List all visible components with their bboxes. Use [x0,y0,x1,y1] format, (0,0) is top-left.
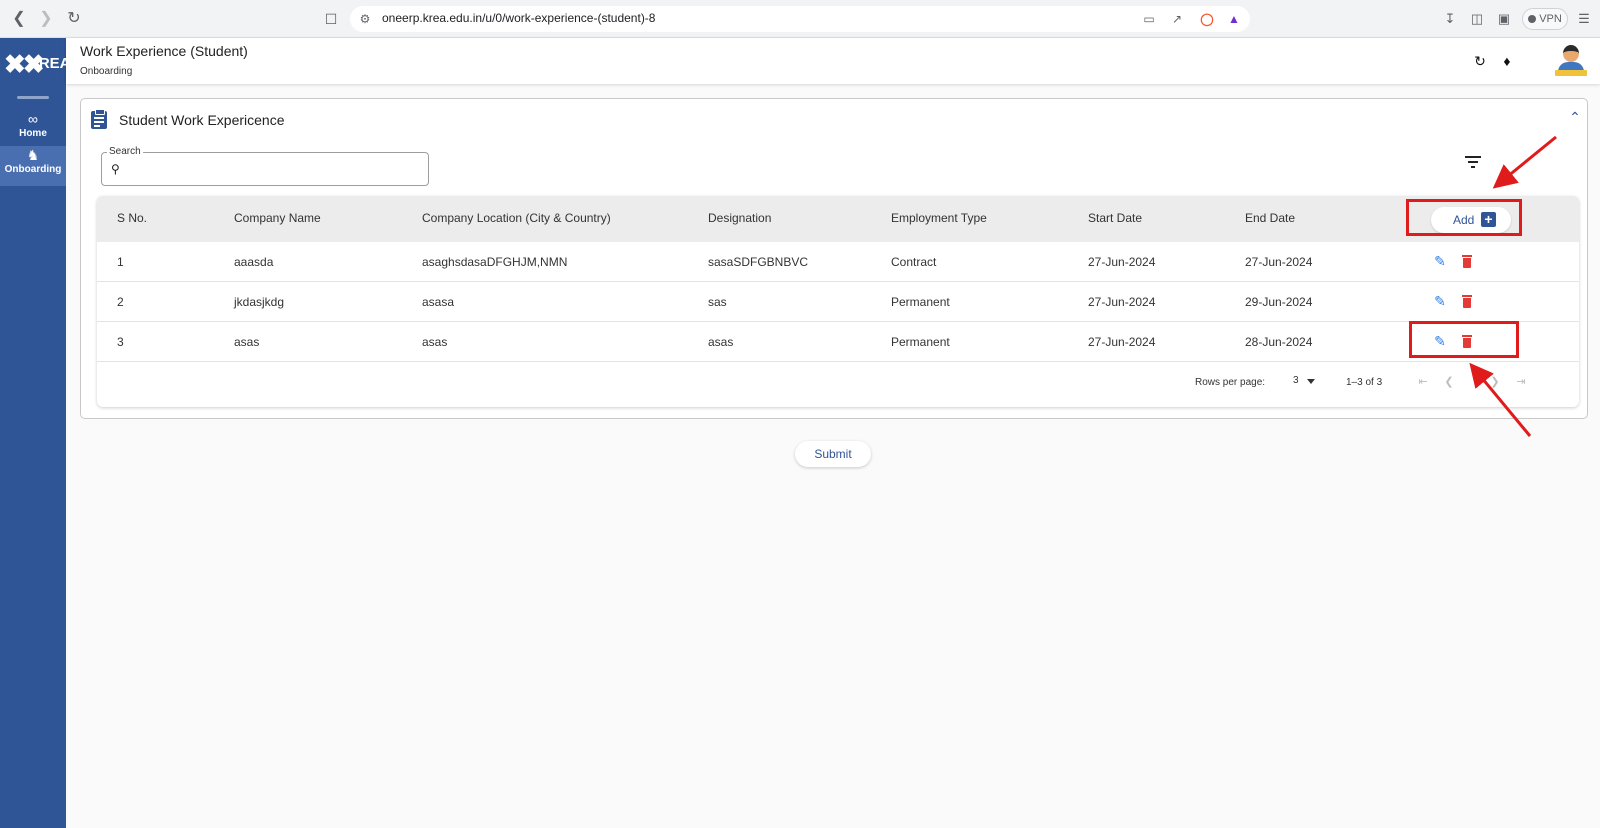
column-header: S No. [117,211,148,225]
share-icon[interactable]: ↗ [1168,11,1186,27]
caret-down-icon [1307,379,1315,384]
rows-per-page-value: 3 [1293,375,1299,386]
vpn-label: VPN [1539,13,1562,25]
cell-location: asas [422,335,448,349]
reload-icon[interactable]: ↻ [64,9,84,29]
chevron-up-icon[interactable]: ⌃ [1567,109,1583,125]
edit-icon[interactable]: ✎ [1432,293,1448,309]
table-header: S No. Company Name Company Location (Cit… [97,196,1579,242]
cell-company: asas [234,335,260,349]
cell-start-date: 27-Jun-2024 [1088,255,1156,269]
column-header: Company Name [234,211,321,225]
column-header: Start Date [1088,211,1143,225]
cell-location: asaghsdasaDFGHJM,NMN [422,255,568,269]
brave-shield-icon[interactable]: ◯ [1198,11,1216,27]
cell-sno: 3 [117,335,124,349]
work-experience-card: Student Work Expericence ⌃ Search ⚲ S No… [80,98,1588,419]
clipboard-icon [91,109,107,129]
table-row: 2 jkdasjkdg asasa sas Permanent 27-Jun-2… [97,282,1579,322]
first-page-icon[interactable]: ⇤ [1415,374,1431,390]
download-icon[interactable]: ↧ [1440,9,1460,29]
delete-icon[interactable] [1459,253,1475,269]
last-page-icon[interactable]: ⇥ [1513,374,1529,390]
bell-icon[interactable]: ♦ [1498,52,1516,70]
refresh-icon[interactable]: ↻ [1471,52,1489,70]
cell-company: aaasda [234,255,274,269]
cell-designation: sasaSDFGBNBVC [708,255,809,269]
vpn-button[interactable]: VPN [1522,8,1568,30]
sidebar-item-onboarding[interactable]: ♞ Onboarding [0,146,66,186]
cell-sno: 1 [117,255,124,269]
cast-icon[interactable]: ▭ [1140,11,1158,27]
column-header: End Date [1245,211,1296,225]
cell-designation: asas [708,335,734,349]
card-title: Student Work Expericence [119,112,285,128]
annotation-box-add [1406,199,1522,236]
avatar[interactable] [1554,42,1588,78]
filter-icon[interactable] [1465,156,1483,170]
breadcrumb[interactable]: Onboarding [80,66,132,77]
cell-sno: 2 [117,295,124,309]
cell-employment-type: Permanent [891,295,950,309]
cell-start-date: 27-Jun-2024 [1088,295,1156,309]
cell-start-date: 27-Jun-2024 [1088,335,1156,349]
annotation-box-actions [1409,321,1519,358]
table-row: 3 asas asas asas Permanent 27-Jun-2024 2… [97,322,1579,362]
cell-end-date: 29-Jun-2024 [1245,295,1313,309]
logo-text: KREA [28,55,71,72]
search-icon: ⚲ [111,162,120,176]
site-info-icon[interactable]: ⚙ [356,10,374,28]
vpn-status-icon [1528,15,1537,23]
back-icon[interactable]: ❮ [9,9,29,29]
menu-icon[interactable]: ☰ [1574,9,1594,29]
search-label: Search [107,146,143,157]
sidebar-item-home[interactable]: ∞ Home [0,110,66,150]
pagination: Rows per page: 3 1–3 of 3 ⇤ ❮ ❯ ⇥ [97,362,1579,406]
cell-designation: sas [708,295,727,309]
cell-end-date: 28-Jun-2024 [1245,335,1313,349]
cell-location: asasa [422,295,455,309]
address-bar[interactable]: ☐ ⚙ oneerp.krea.edu.in/u/0/work-experien… [325,6,1250,32]
url-text[interactable]: oneerp.krea.edu.in/u/0/work-experience-(… [382,11,655,25]
cell-employment-type: Contract [891,255,937,269]
search-field[interactable]: Search ⚲ [101,146,429,186]
column-header: Company Location (City & Country) [422,211,611,225]
submit-button[interactable]: Submit [795,441,871,467]
cell-company: jkdasjkdg [234,295,285,309]
browser-toolbar: ❮ ❯ ↻ ☐ ⚙ oneerp.krea.edu.in/u/0/work-ex… [0,0,1600,38]
krea-logo[interactable]: ✖✖ KREA [2,50,71,80]
avatar-head [1563,45,1579,62]
next-page-icon[interactable]: ❯ [1487,374,1503,390]
brave-rewards-icon[interactable]: ▲ [1225,11,1243,27]
sidebar-item-label: Onboarding [4,164,62,175]
person-walk-icon: ♞ [26,147,40,163]
sidebar-divider [17,96,49,99]
prev-page-icon[interactable]: ❮ [1441,374,1457,390]
edit-icon[interactable]: ✎ [1432,253,1448,269]
rows-per-page-label: Rows per page: [1195,377,1266,388]
search-input[interactable] [130,159,420,181]
avatar-book [1555,70,1587,76]
cell-employment-type: Permanent [891,335,950,349]
wallet-icon[interactable]: ▣ [1494,9,1514,29]
sidebar-toggle-icon[interactable]: ◫ [1467,9,1487,29]
cell-end-date: 27-Jun-2024 [1245,255,1313,269]
table-row: 1 aaasda asaghsdasaDFGHJM,NMN sasaSDFGBN… [97,242,1579,282]
delete-icon[interactable] [1459,293,1475,309]
sidebar: ✖✖ KREA ∞ Home ♞ Onboarding [0,38,71,828]
app-header: Work Experience (Student) Onboarding ↻ ♦ [66,38,1600,84]
bookmark-icon[interactable]: ☐ [322,9,340,29]
rows-per-page-select[interactable]: 3 [1293,375,1319,391]
link-icon: ∞ [28,111,38,127]
forward-icon[interactable]: ❯ [36,9,56,29]
work-experience-table: S No. Company Name Company Location (Cit… [97,196,1579,407]
page-range: 1–3 of 3 [1346,377,1383,388]
column-header: Designation [708,211,772,225]
column-header: Employment Type [891,211,987,225]
sidebar-item-label: Home [19,128,47,139]
page-title: Work Experience (Student) [80,43,248,59]
